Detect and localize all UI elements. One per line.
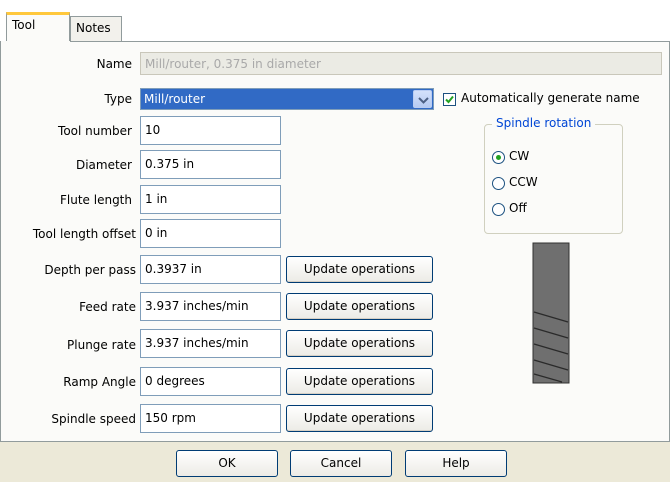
update-feed-rate-button[interactable]: Update operations [286, 293, 433, 320]
update-depth-per-pass-button[interactable]: Update operations [286, 256, 433, 283]
checkmark-icon [445, 95, 454, 104]
tool-length-offset-label: Tool length offset [32, 227, 136, 241]
type-dropdown-button[interactable] [413, 90, 432, 108]
feed-rate-field[interactable]: 3.937 inches/min [140, 292, 281, 321]
radio-cw-label: CW [509, 149, 530, 163]
end-mill-icon [532, 242, 570, 384]
type-label: Type [104, 92, 132, 106]
feed-rate-label: Feed rate [79, 300, 136, 314]
diameter-field[interactable]: 0.375 in [140, 150, 281, 179]
update-spindle-speed-button[interactable]: Update operations [286, 405, 433, 432]
flute-length-label: Flute length [60, 193, 132, 207]
tool-number-label: Tool number [58, 124, 132, 138]
chevron-down-icon [418, 97, 429, 104]
ok-button[interactable]: OK [176, 450, 278, 477]
auto-generate-checkbox[interactable] [443, 93, 456, 106]
tool-length-offset-field[interactable]: 0 in [140, 219, 281, 248]
depth-per-pass-label: Depth per pass [44, 263, 136, 277]
update-ramp-angle-button[interactable]: Update operations [286, 368, 433, 395]
plunge-rate-field[interactable]: 3.937 inches/min [140, 329, 281, 358]
tab-tool[interactable]: Tool [6, 12, 70, 41]
radio-selected-dot [496, 155, 501, 160]
tool-number-field[interactable]: 10 [140, 116, 281, 145]
type-select-value: Mill/router [144, 92, 206, 106]
radio-off[interactable] [492, 203, 505, 216]
plunge-rate-label: Plunge rate [67, 338, 136, 352]
auto-generate-label: Automatically generate name [461, 91, 640, 105]
radio-ccw-label: CCW [509, 175, 538, 189]
help-button[interactable]: Help [405, 450, 507, 477]
radio-off-label: Off [509, 201, 527, 215]
ramp-angle-label: Ramp Angle [63, 375, 136, 389]
diameter-label: Diameter [75, 158, 132, 172]
depth-per-pass-field[interactable]: 0.3937 in [140, 255, 281, 284]
ramp-angle-field[interactable]: 0 degrees [140, 367, 281, 396]
radio-cw[interactable] [492, 151, 505, 164]
tab-notes[interactable]: Notes [70, 16, 122, 42]
cancel-button[interactable]: Cancel [290, 450, 392, 477]
tab-divider [70, 41, 670, 42]
tab-notes-label: Notes [76, 21, 111, 35]
update-plunge-rate-button[interactable]: Update operations [286, 330, 433, 357]
spindle-rotation-title: Spindle rotation [492, 116, 596, 130]
spindle-rotation-group [484, 124, 623, 234]
name-field[interactable]: Mill/router, 0.375 in diameter [140, 52, 662, 75]
radio-ccw[interactable] [492, 177, 505, 190]
spindle-speed-field[interactable]: 150 rpm [140, 404, 281, 433]
flute-length-field[interactable]: 1 in [140, 185, 281, 214]
tab-tool-label: Tool [12, 18, 36, 32]
spindle-speed-label: Spindle speed [51, 412, 136, 426]
name-label: Name [96, 57, 132, 71]
